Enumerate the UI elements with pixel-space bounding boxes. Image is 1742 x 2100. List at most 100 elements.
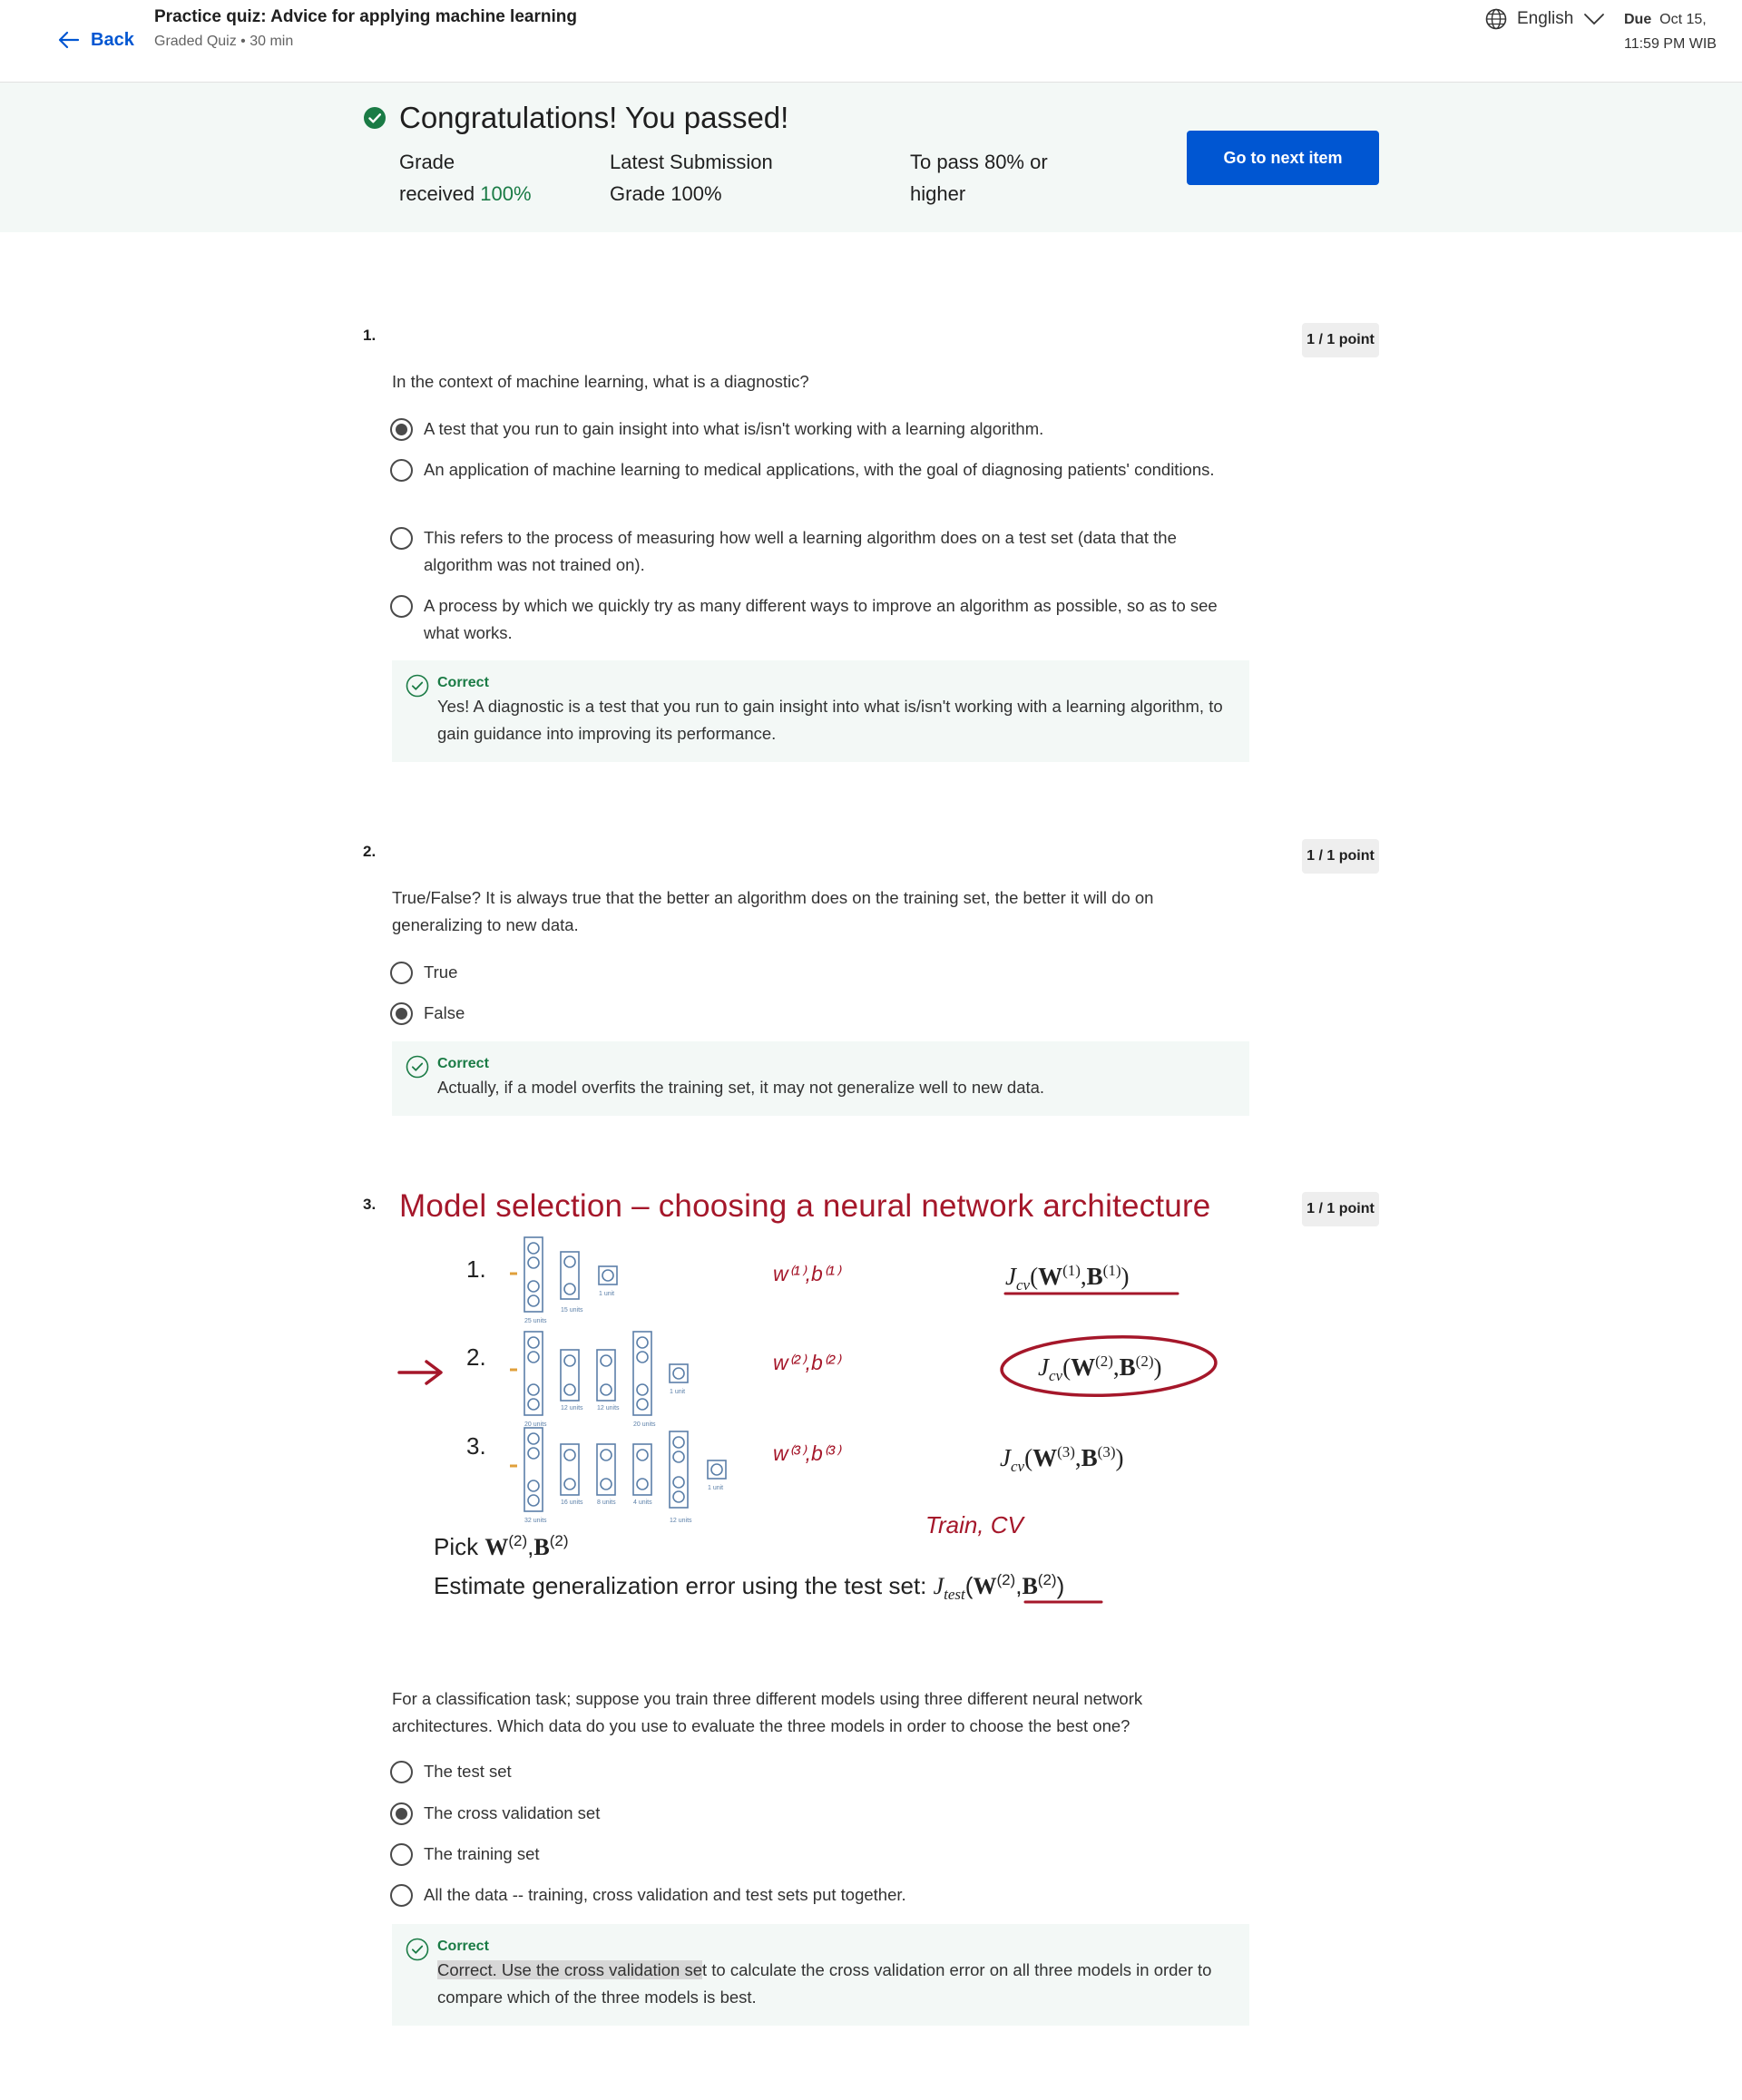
network-diagram-1 <box>510 1236 618 1313</box>
language-label: English <box>1517 9 1574 28</box>
radio-button[interactable] <box>390 527 413 550</box>
units-label: 25 units <box>524 1318 547 1324</box>
radio-button[interactable] <box>390 1002 413 1025</box>
latest-label-2: Grade <box>610 182 666 205</box>
option-label: This refers to the process of measuring … <box>424 528 1177 574</box>
check-circle-outline-icon <box>406 674 429 698</box>
grade-label-2: received <box>399 182 475 205</box>
cost-label: Jcv(W(1),B(1)) <box>1005 1262 1130 1294</box>
train-cv-label: Train, CV <box>925 1511 1026 1538</box>
answer-option[interactable]: All the data -- training, cross validati… <box>390 1881 1234 1909</box>
pass-threshold: To pass 80% or higher <box>910 146 1048 210</box>
answer-option[interactable]: A process by which we quickly try as man… <box>390 592 1234 647</box>
radio-button[interactable] <box>390 418 413 441</box>
radio-button[interactable] <box>390 595 413 618</box>
model-selection-slide: 1. 2. 3. 25 units 15 units 1 unit 20 uni… <box>397 1236 1218 1604</box>
units-label: 16 units <box>561 1499 583 1506</box>
due-time: 11:59 PM WIB <box>1624 36 1717 52</box>
row-label: 2. <box>466 1343 486 1371</box>
radio-button[interactable] <box>390 1884 413 1907</box>
feedback-text: Actually, if a model overfits the traini… <box>437 1078 1045 1097</box>
option-label: False <box>424 1003 465 1022</box>
cost-label: Jcv(W(3),B(3)) <box>1000 1443 1124 1475</box>
answer-option[interactable]: This refers to the process of measuring … <box>390 524 1234 579</box>
feedback-box: Correct Actually, if a model overfits th… <box>392 1041 1249 1116</box>
pass-heading: Congratulations! You passed! <box>363 101 788 135</box>
radio-button[interactable] <box>390 962 413 984</box>
answer-option[interactable]: An application of machine learning to me… <box>390 456 1234 483</box>
answer-option[interactable]: The test set <box>390 1758 1234 1785</box>
question-text: For a classification task; suppose you t… <box>392 1689 1143 1735</box>
language-selector[interactable]: English <box>1484 7 1606 31</box>
quiz-title: Practice quiz: Advice for applying machi… <box>154 7 577 26</box>
units-label: 1 unit <box>670 1389 685 1395</box>
radio-button[interactable] <box>390 1843 413 1866</box>
points-badge: 1 / 1 point <box>1302 839 1379 874</box>
chevron-down-icon <box>1584 14 1605 25</box>
option-label: The cross validation set <box>424 1803 601 1822</box>
quiz-meta: Graded Quiz • 30 min <box>154 34 294 49</box>
question-number: 2. <box>363 843 377 860</box>
units-label: 1 unit <box>708 1485 723 1491</box>
due-date-value: Oct 15, <box>1659 12 1707 27</box>
check-circle-icon <box>364 107 386 129</box>
option-label: True <box>424 962 458 982</box>
units-label: 12 units <box>670 1518 692 1524</box>
feedback-box: Correct Correct. Use the cross validatio… <box>392 1924 1249 2026</box>
selection-arrow-icon <box>397 1360 443 1385</box>
estimate-label: Estimate generalization error using the … <box>434 1571 1064 1603</box>
go-to-next-item-button[interactable]: Go to next item <box>1187 131 1379 185</box>
feedback-text: Correct. Use the cross validation set to… <box>437 1957 1231 2011</box>
network-diagram-2 <box>510 1331 689 1416</box>
answer-option[interactable]: True <box>390 959 1234 986</box>
feedback-heading: Correct <box>437 675 489 690</box>
option-label: All the data -- training, cross validati… <box>424 1885 906 1904</box>
units-label: 32 units <box>524 1518 547 1524</box>
pass-value: 80% or <box>984 151 1048 173</box>
feedback-heading: Correct <box>437 1939 489 1954</box>
points-badge: 1 / 1 point <box>1302 323 1379 357</box>
units-label: 20 units <box>524 1421 547 1428</box>
units-label: 4 units <box>633 1499 652 1506</box>
latest-label: Latest Submission <box>610 151 773 173</box>
feedback-box: Correct Yes! A diagnostic is a test that… <box>392 660 1249 762</box>
answer-option[interactable]: A test that you run to gain insight into… <box>390 415 1234 443</box>
check-circle-outline-icon <box>406 1938 429 1961</box>
pass-label-2: higher <box>910 182 966 205</box>
latest-value: 100% <box>670 182 722 205</box>
question-number: 1. <box>363 327 377 344</box>
text-selection-highlight: Correct. Use the cross validation se <box>437 1960 703 1979</box>
pass-label: To pass <box>910 151 979 173</box>
result-banner: Congratulations! You passed! Grade recei… <box>0 83 1742 232</box>
row-label: 3. <box>466 1432 486 1460</box>
grade-value: 100% <box>480 182 532 205</box>
due-label: Due <box>1624 12 1652 27</box>
radio-button[interactable] <box>390 1802 413 1825</box>
answer-option[interactable]: The training set <box>390 1841 1234 1868</box>
globe-icon <box>1485 8 1507 30</box>
option-label: The training set <box>424 1844 540 1863</box>
option-label: An application of machine learning to me… <box>424 460 1215 479</box>
grade-label: Grade <box>399 151 455 173</box>
params-label: w⁽¹⁾,b⁽¹⁾ <box>773 1262 842 1285</box>
params-label: w⁽³⁾,b⁽³⁾ <box>773 1441 842 1465</box>
radio-button[interactable] <box>390 459 413 482</box>
answer-option[interactable]: False <box>390 1000 1234 1027</box>
arrow-left-icon <box>58 31 80 49</box>
back-button[interactable]: Back <box>56 27 134 53</box>
answer-option[interactable]: The cross validation set <box>390 1800 1234 1827</box>
question-text: True/False? It is always true that the b… <box>392 888 1154 934</box>
grade-received: Grade received 100% <box>399 146 532 210</box>
option-label: A test that you run to gain insight into… <box>424 419 1044 438</box>
check-circle-outline-icon <box>406 1055 429 1079</box>
radio-button[interactable] <box>390 1761 413 1783</box>
option-label: The test set <box>424 1762 512 1781</box>
units-label: 12 units <box>561 1405 583 1411</box>
units-label: 8 units <box>597 1499 616 1506</box>
row-label: 1. <box>466 1255 486 1283</box>
latest-submission: Latest Submission Grade 100% <box>610 146 773 210</box>
feedback-heading: Correct <box>437 1056 489 1071</box>
pick-label: Pick W(2),B(2) <box>434 1532 568 1560</box>
top-bar: Back Practice quiz: Advice for applying … <box>0 0 1742 83</box>
slide-title: Model selection – choosing a neural netw… <box>399 1188 1211 1224</box>
